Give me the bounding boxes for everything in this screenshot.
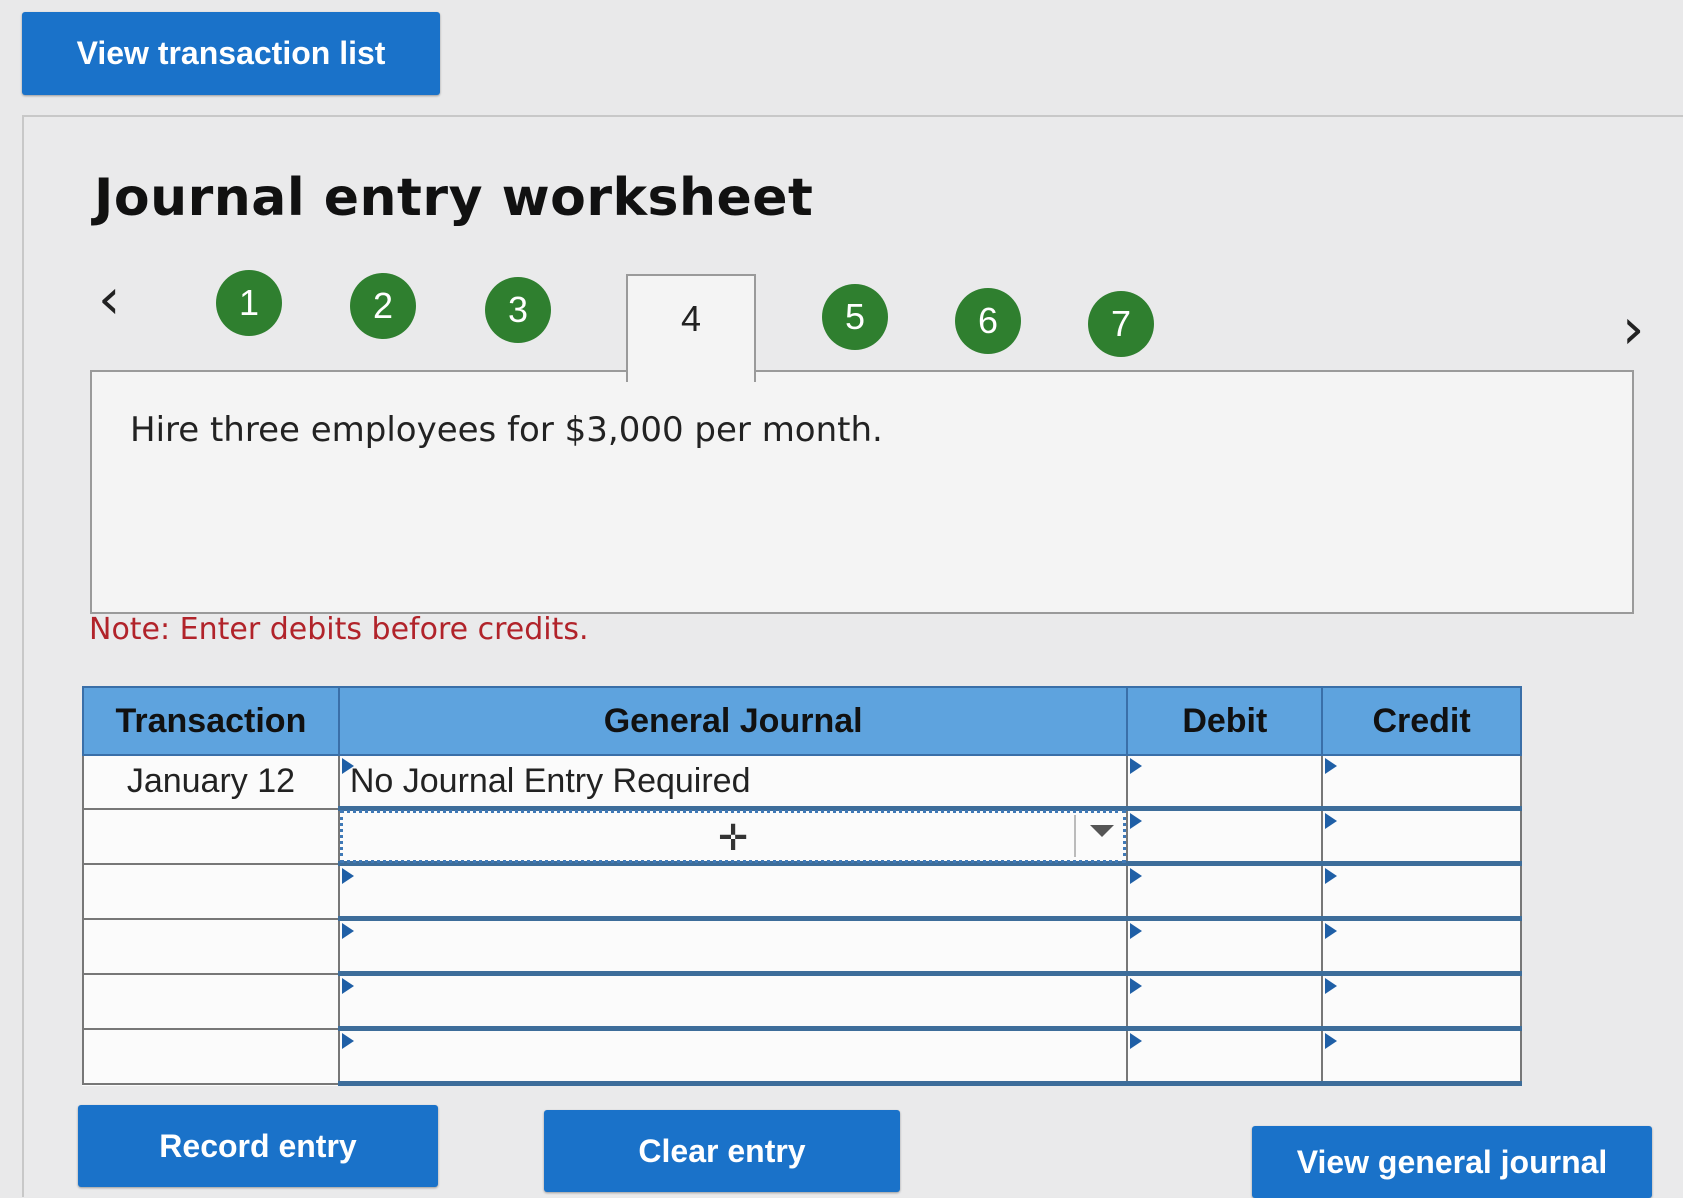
input-marker-icon: [1130, 758, 1143, 774]
table-row: [82, 1027, 1522, 1086]
header-general-journal: General Journal: [337, 686, 1129, 756]
step-6[interactable]: 6: [955, 288, 1021, 354]
input-marker-icon: [341, 758, 354, 774]
debit-input[interactable]: [1126, 917, 1324, 976]
transaction-description-box: Hire three employees for $3,000 per mont…: [90, 370, 1634, 614]
account-cell[interactable]: [337, 862, 1129, 921]
input-marker-icon: [1130, 1033, 1143, 1049]
transaction-date-cell: [82, 917, 340, 975]
credit-input[interactable]: [1321, 1027, 1522, 1086]
chevron-right-icon[interactable]: ›: [1622, 302, 1644, 358]
input-marker-icon: [1130, 868, 1143, 884]
page-title: Journal entry worksheet: [94, 168, 814, 228]
input-marker-icon: [341, 1033, 354, 1049]
input-marker-icon: [341, 868, 354, 884]
input-marker-icon: [1325, 978, 1338, 994]
credit-input[interactable]: [1321, 862, 1522, 921]
move-cursor-icon: ✛: [718, 817, 749, 858]
step-1[interactable]: 1: [216, 270, 282, 336]
table-row: [82, 862, 1522, 921]
table-row: ✛: [82, 807, 1522, 866]
table-row: January 12 No Journal Entry Required: [82, 754, 1522, 811]
account-cell[interactable]: [337, 972, 1129, 1031]
input-marker-icon: [1325, 1033, 1338, 1049]
transaction-date-cell: January 12: [82, 754, 340, 810]
input-marker-icon: [1325, 758, 1338, 774]
input-marker-icon: [1325, 868, 1338, 884]
step-7[interactable]: 7: [1088, 291, 1154, 357]
chevron-down-icon[interactable]: [1090, 825, 1115, 837]
header-credit: Credit: [1321, 686, 1522, 756]
credit-input[interactable]: [1321, 972, 1522, 1031]
clear-entry-button[interactable]: Clear entry: [544, 1110, 900, 1192]
header-transaction: Transaction: [82, 686, 340, 756]
account-cell[interactable]: [337, 917, 1129, 976]
view-general-journal-button[interactable]: View general journal: [1252, 1126, 1652, 1198]
view-transaction-list-button[interactable]: View transaction list: [22, 12, 440, 95]
account-dropdown[interactable]: ✛: [337, 807, 1129, 866]
table-row: [82, 917, 1522, 976]
transaction-date-cell: [82, 972, 340, 1030]
debit-input[interactable]: [1126, 862, 1324, 921]
debit-input[interactable]: [1126, 1027, 1324, 1086]
table-row: [82, 972, 1522, 1031]
instruction-note: Note: Enter debits before credits.: [89, 612, 589, 647]
chevron-left-icon[interactable]: ‹: [98, 272, 120, 328]
input-marker-icon: [1130, 978, 1143, 994]
input-marker-icon: [341, 978, 354, 994]
account-cell[interactable]: No Journal Entry Required: [337, 754, 1129, 811]
transaction-description: Hire three employees for $3,000 per mont…: [130, 410, 883, 450]
input-marker-icon: [1325, 813, 1338, 829]
credit-input[interactable]: [1321, 754, 1522, 811]
account-cell[interactable]: [337, 1027, 1129, 1086]
step-3[interactable]: 3: [485, 277, 551, 343]
debit-input[interactable]: [1126, 972, 1324, 1031]
debit-input[interactable]: [1126, 754, 1324, 811]
header-debit: Debit: [1126, 686, 1324, 756]
transaction-date-cell: [82, 1027, 340, 1085]
debit-input[interactable]: [1126, 807, 1324, 866]
step-2[interactable]: 2: [350, 273, 416, 339]
record-entry-button[interactable]: Record entry: [78, 1105, 438, 1187]
journal-table: Transaction General Journal Debit Credit…: [82, 686, 1522, 1086]
input-marker-icon: [1130, 923, 1143, 939]
credit-input[interactable]: [1321, 917, 1522, 976]
dropdown-divider: [1074, 815, 1077, 857]
transaction-date-cell: [82, 807, 340, 865]
input-marker-icon: [1130, 813, 1143, 829]
account-value: No Journal Entry Required: [349, 761, 751, 800]
step-4-active-tab[interactable]: 4: [626, 274, 756, 382]
input-marker-icon: [341, 923, 354, 939]
input-marker-icon: [1325, 923, 1338, 939]
step-5[interactable]: 5: [822, 284, 888, 350]
credit-input[interactable]: [1321, 807, 1522, 866]
transaction-date-cell: [82, 862, 340, 920]
